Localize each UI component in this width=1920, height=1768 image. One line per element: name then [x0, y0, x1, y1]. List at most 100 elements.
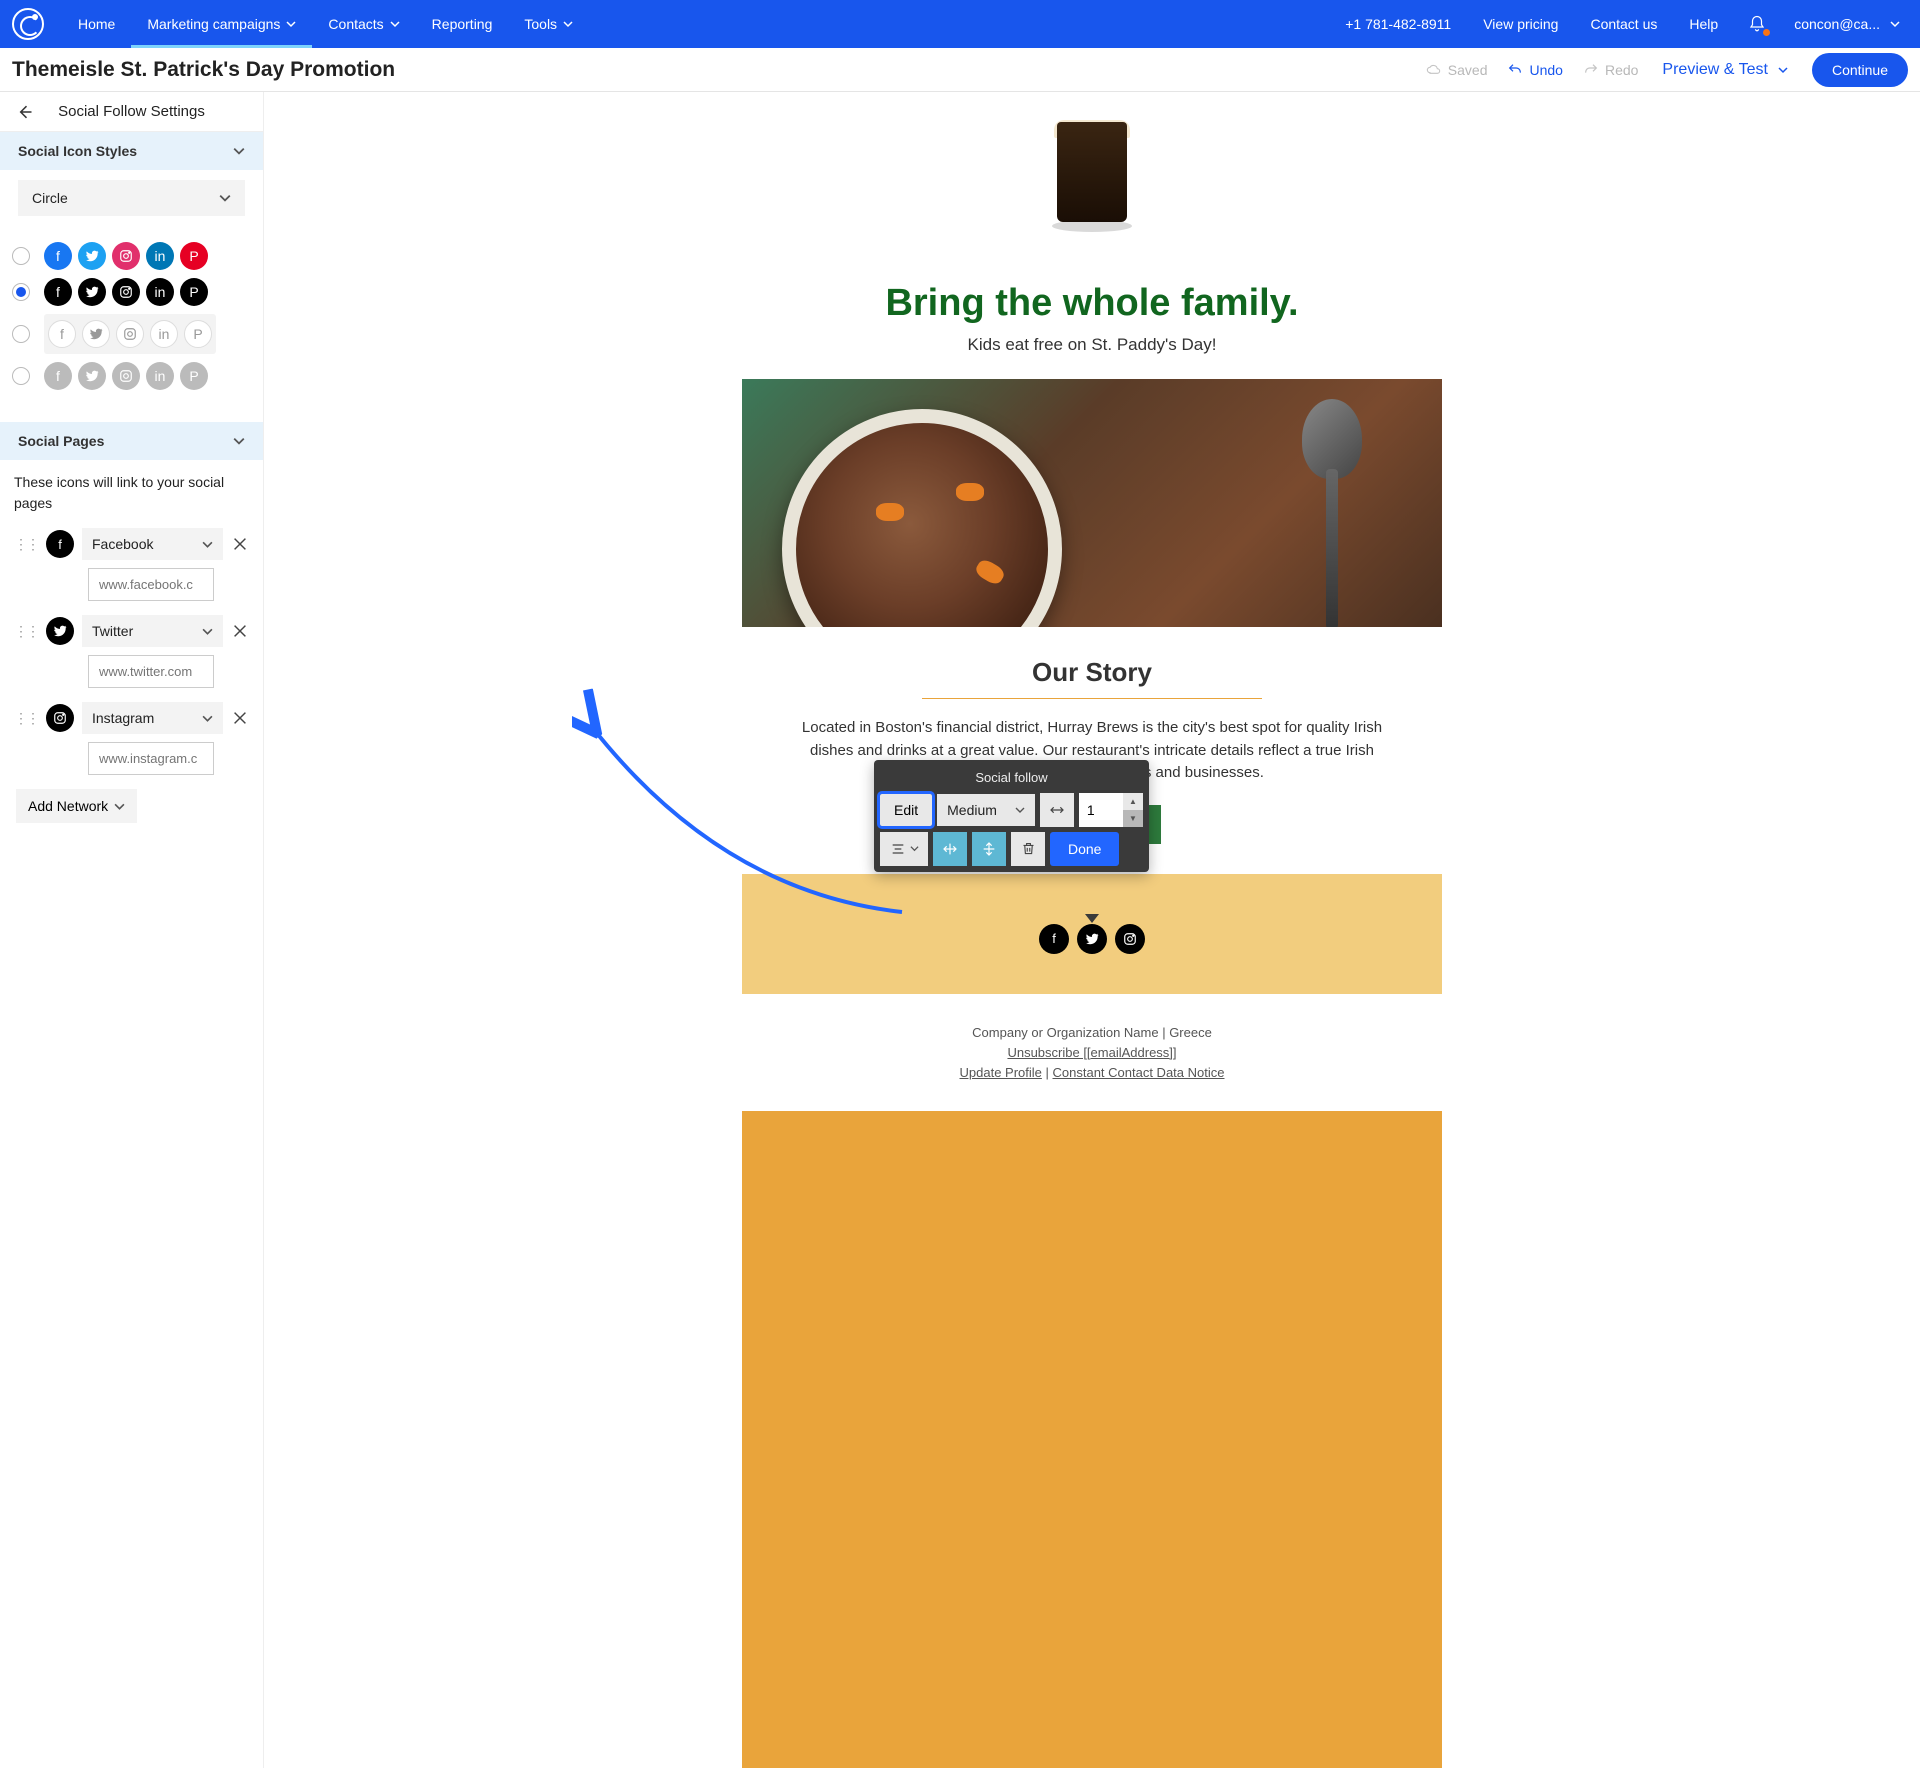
radio-black[interactable] [12, 283, 30, 301]
shape-dropdown[interactable]: Circle [18, 180, 245, 216]
accordion-social-pages[interactable]: Social Pages [0, 422, 263, 460]
chevron-down-icon [202, 539, 213, 550]
nav-help[interactable]: Help [1673, 0, 1734, 48]
network-select-instagram[interactable]: Instagram [82, 702, 223, 734]
network-label: Twitter [92, 623, 133, 639]
twitter-icon [78, 242, 106, 270]
subheadline-text[interactable]: Kids eat free on St. Paddy's Day! [742, 335, 1442, 379]
nav-tools[interactable]: Tools [508, 0, 589, 48]
style-option-gray[interactable]: f in P [12, 362, 251, 390]
continue-button[interactable]: Continue [1812, 53, 1908, 87]
url-input-instagram[interactable] [88, 742, 214, 775]
document-title[interactable]: Themeisle St. Patrick's Day Promotion [12, 58, 395, 82]
linkedin-icon: in [146, 362, 174, 390]
instagram-icon [116, 320, 144, 348]
style-option-color[interactable]: f in P [12, 242, 251, 270]
toolbar-stretch-v-button[interactable] [972, 832, 1006, 866]
add-network-button[interactable]: Add Network [16, 789, 137, 823]
block-toolbar: Social follow Edit Medium ▲ ▼ [874, 760, 1149, 872]
toolbar-spacing-stepper[interactable]: ▲ ▼ [1079, 793, 1143, 827]
back-arrow-icon[interactable] [14, 102, 34, 122]
preview-test-menu[interactable]: Preview & Test [1648, 61, 1802, 79]
workspace: Social Follow Settings Social Icon Style… [0, 92, 1920, 1768]
food-image-block[interactable] [742, 379, 1442, 627]
linkedin-icon: in [146, 242, 174, 270]
hero-image-block[interactable] [742, 92, 1442, 252]
url-input-facebook[interactable] [88, 568, 214, 601]
brand-logo[interactable] [12, 8, 44, 40]
style-option-black[interactable]: f in P [12, 278, 251, 306]
nav-marketing[interactable]: Marketing campaigns [131, 0, 312, 48]
toolbar-edit-button[interactable]: Edit [880, 794, 932, 826]
undo-icon [1507, 62, 1523, 78]
footer-company: Company or Organization Name | Greece [742, 1025, 1442, 1040]
notifications-button[interactable] [1734, 15, 1780, 33]
radio-white[interactable] [12, 325, 30, 343]
nav-marketing-label: Marketing campaigns [147, 16, 280, 32]
canvas[interactable]: Bring the whole family. Kids eat free on… [264, 92, 1920, 1768]
add-network-label: Add Network [28, 798, 108, 814]
nav-tools-label: Tools [524, 16, 557, 32]
footer-update-link[interactable]: Update Profile [960, 1065, 1042, 1080]
pages-intro: These icons will link to your social pag… [14, 472, 249, 514]
toolbar-done-button[interactable]: Done [1050, 832, 1119, 866]
twitter-icon [82, 320, 110, 348]
social-icons-row[interactable]: f [742, 924, 1442, 954]
network-select-twitter[interactable]: Twitter [82, 615, 223, 647]
url-input-twitter[interactable] [88, 655, 214, 688]
style-options: f in P f in P [0, 226, 263, 406]
footer-unsubscribe-link[interactable]: Unsubscribe [[emailAddress]] [1007, 1045, 1176, 1060]
nav-reporting-label: Reporting [432, 16, 493, 32]
social-follow-block[interactable]: Social follow Edit Medium ▲ ▼ [742, 874, 1442, 994]
spacing-input[interactable] [1079, 793, 1123, 827]
saved-status: Saved [1416, 62, 1498, 78]
stepper-up[interactable]: ▲ [1123, 793, 1143, 810]
nav-phone[interactable]: +1 781-482-8911 [1329, 0, 1467, 48]
nav-pricing[interactable]: View pricing [1467, 0, 1574, 48]
remove-icon[interactable] [231, 622, 249, 640]
accordion-pages-label: Social Pages [18, 433, 104, 449]
footer-notice-link[interactable]: Constant Contact Data Notice [1053, 1065, 1225, 1080]
account-menu[interactable]: concon@ca... [1780, 16, 1908, 32]
chevron-down-icon [286, 19, 296, 29]
toolbar-size-select[interactable]: Medium [937, 794, 1035, 826]
saved-label: Saved [1448, 62, 1488, 78]
toolbar-align-menu[interactable] [880, 832, 928, 866]
nav-reporting[interactable]: Reporting [416, 0, 509, 48]
email-footer: Company or Organization Name | Greece Un… [742, 994, 1442, 1111]
toolbar-delete-button[interactable] [1011, 832, 1045, 866]
cloud-icon [1426, 62, 1442, 78]
remove-icon[interactable] [231, 709, 249, 727]
nav-home[interactable]: Home [62, 0, 131, 48]
notification-dot [1763, 29, 1770, 36]
radio-color[interactable] [12, 247, 30, 265]
accordion-icon-styles[interactable]: Social Icon Styles [0, 132, 263, 170]
remove-icon[interactable] [231, 535, 249, 553]
nav-contacts[interactable]: Contacts [312, 0, 415, 48]
facebook-icon[interactable]: f [1039, 924, 1069, 954]
nav-contact-us[interactable]: Contact us [1574, 0, 1673, 48]
twitter-icon [78, 362, 106, 390]
social-item-facebook: ⋮⋮ f Facebook [14, 528, 249, 601]
chevron-down-icon [233, 435, 245, 447]
network-select-facebook[interactable]: Facebook [82, 528, 223, 560]
story-title[interactable]: Our Story [792, 657, 1392, 688]
drag-handle-icon[interactable]: ⋮⋮ [14, 536, 38, 553]
drag-handle-icon[interactable]: ⋮⋮ [14, 623, 38, 640]
drag-handle-icon[interactable]: ⋮⋮ [14, 710, 38, 727]
twitter-icon[interactable] [1077, 924, 1107, 954]
toolbar-stretch-h-button[interactable] [933, 832, 967, 866]
accordion-styles-label: Social Icon Styles [18, 143, 137, 159]
headline-text[interactable]: Bring the whole family. [742, 252, 1442, 335]
instagram-icon [46, 704, 74, 732]
social-item-twitter: ⋮⋮ Twitter [14, 615, 249, 688]
undo-button[interactable]: Undo [1497, 62, 1572, 78]
style-option-white[interactable]: f in P [12, 314, 251, 354]
pinterest-icon: P [180, 278, 208, 306]
stepper-down[interactable]: ▼ [1123, 810, 1143, 827]
instagram-icon [112, 242, 140, 270]
editor-toolbar: Themeisle St. Patrick's Day Promotion Sa… [0, 48, 1920, 92]
facebook-icon: f [44, 362, 72, 390]
instagram-icon[interactable] [1115, 924, 1145, 954]
radio-gray[interactable] [12, 367, 30, 385]
